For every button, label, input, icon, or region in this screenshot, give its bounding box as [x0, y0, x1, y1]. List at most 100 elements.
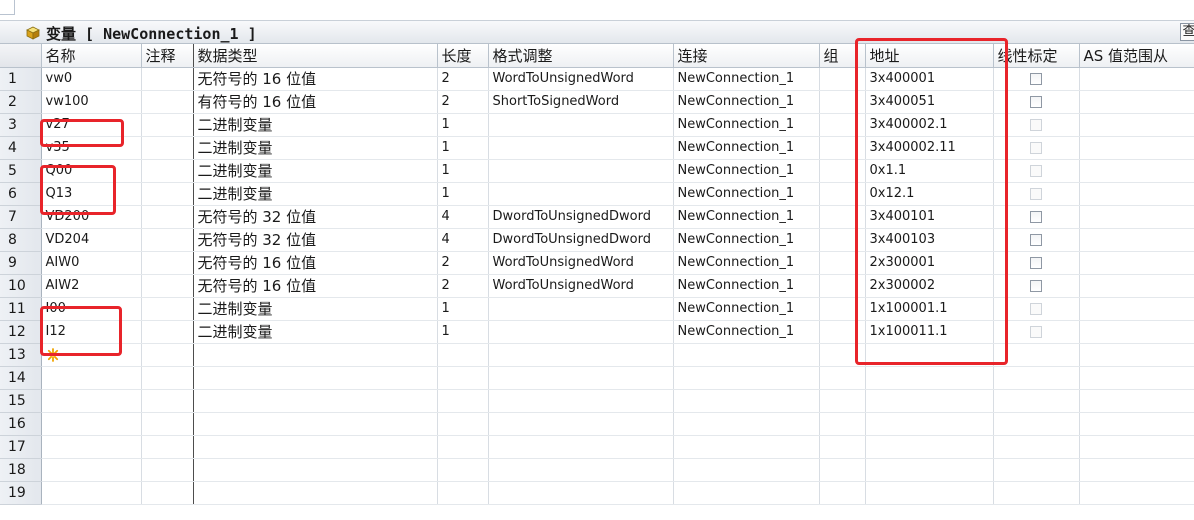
group-cell[interactable]	[819, 90, 866, 114]
empty-cell[interactable]	[819, 366, 866, 390]
empty-cell[interactable]	[437, 435, 489, 459]
row-number[interactable]: 7	[0, 205, 42, 229]
empty-cell[interactable]	[1079, 458, 1194, 482]
table-row[interactable]: 7 VD200 无符号的 32 位值 4 DwordToUnsignedDword New…	[0, 205, 1194, 229]
length-cell[interactable]: 1	[437, 297, 489, 321]
length-cell[interactable]: 1	[437, 136, 489, 160]
empty-cell[interactable]	[993, 389, 1080, 413]
empty-cell[interactable]	[673, 435, 820, 459]
name-cell[interactable]	[41, 366, 142, 390]
row-number[interactable]: 1	[0, 67, 42, 91]
length-cell[interactable]: 1	[437, 320, 489, 344]
connection-cell[interactable]: NewConnection_1	[673, 320, 820, 344]
column-header-length[interactable]: 长度	[437, 44, 489, 68]
table-row[interactable]: 3 v27 二进制变量 1 NewConnection_1 3x400002.1	[0, 113, 1194, 137]
empty-cell[interactable]	[865, 412, 994, 436]
row-number[interactable]: 9	[0, 251, 42, 275]
length-cell[interactable]: 4	[437, 228, 489, 252]
table-row[interactable]: 6 Q13 二进制变量 1 NewConnection_1 0x12.1	[0, 182, 1194, 206]
note-cell[interactable]	[141, 343, 194, 367]
data-type-cell[interactable]: 无符号的 32 位值	[193, 228, 438, 252]
empty-cell[interactable]	[193, 435, 438, 459]
connection-cell[interactable]: NewConnection_1	[673, 136, 820, 160]
as-range-from-cell[interactable]	[1079, 228, 1194, 252]
as-range-from-cell[interactable]	[1079, 90, 1194, 114]
format-cell[interactable]: DwordToUnsignedDword	[488, 228, 674, 252]
group-cell[interactable]	[819, 205, 866, 229]
table-row[interactable]: 10 AIW2 无符号的 16 位值 2 WordToUnsignedWord NewCo…	[0, 274, 1194, 298]
group-cell[interactable]	[819, 67, 866, 91]
empty-cell[interactable]	[993, 435, 1080, 459]
row-number[interactable]: 6	[0, 182, 42, 206]
table-row[interactable]: 12 I12 二进制变量 1 NewConnection_1 1x100011.1	[0, 320, 1194, 344]
group-cell[interactable]	[819, 159, 866, 183]
note-cell[interactable]	[141, 205, 194, 229]
row-number[interactable]: 12	[0, 320, 42, 344]
row-number[interactable]: 16	[0, 412, 42, 436]
as-range-from-cell[interactable]	[1079, 182, 1194, 206]
name-cell[interactable]: vw0	[41, 67, 142, 91]
empty-cell[interactable]	[865, 343, 994, 367]
length-cell[interactable]: 1	[437, 182, 489, 206]
group-cell[interactable]	[819, 113, 866, 137]
empty-cell[interactable]	[193, 458, 438, 482]
empty-cell[interactable]	[819, 435, 866, 459]
name-cell[interactable]: I00	[41, 297, 142, 321]
row-number[interactable]: 5	[0, 159, 42, 183]
empty-cell[interactable]	[865, 366, 994, 390]
empty-row[interactable]: 19	[0, 481, 1194, 505]
column-header-note[interactable]: 注释	[141, 44, 194, 68]
format-cell[interactable]	[488, 159, 674, 183]
connection-cell[interactable]: NewConnection_1	[673, 251, 820, 275]
empty-cell[interactable]	[865, 435, 994, 459]
note-cell[interactable]	[141, 67, 194, 91]
empty-cell[interactable]	[1079, 412, 1194, 436]
empty-cell[interactable]	[488, 481, 674, 505]
format-cell[interactable]: WordToUnsignedWord	[488, 251, 674, 275]
empty-cell[interactable]	[865, 481, 994, 505]
note-cell[interactable]	[141, 182, 194, 206]
note-cell[interactable]	[141, 136, 194, 160]
as-range-from-cell[interactable]	[1079, 274, 1194, 298]
name-cell[interactable]: v35	[41, 136, 142, 160]
empty-cell[interactable]	[993, 481, 1080, 505]
empty-cell[interactable]	[1079, 481, 1194, 505]
column-header-address[interactable]: 地址	[865, 44, 994, 68]
data-type-cell[interactable]: 二进制变量	[193, 297, 438, 321]
group-cell[interactable]	[819, 228, 866, 252]
group-cell[interactable]	[819, 320, 866, 344]
empty-cell[interactable]	[673, 481, 820, 505]
linear-scaling-checkbox[interactable]	[1030, 72, 1042, 85]
group-cell[interactable]	[819, 182, 866, 206]
empty-cell[interactable]	[488, 458, 674, 482]
empty-cell[interactable]	[1079, 343, 1194, 367]
empty-cell[interactable]	[488, 412, 674, 436]
length-cell[interactable]: 1	[437, 159, 489, 183]
address-cell[interactable]: 3x400051	[865, 90, 994, 114]
empty-cell[interactable]	[819, 458, 866, 482]
empty-cell[interactable]	[193, 481, 438, 505]
as-range-from-cell[interactable]	[1079, 297, 1194, 321]
connection-cell[interactable]: NewConnection_1	[673, 159, 820, 183]
as-range-from-cell[interactable]	[1079, 251, 1194, 275]
empty-cell[interactable]	[673, 389, 820, 413]
empty-cell[interactable]	[193, 366, 438, 390]
table-row[interactable]: 9 AIW0 无符号的 16 位值 2 WordToUnsignedWord NewCon…	[0, 251, 1194, 275]
empty-cell[interactable]	[193, 389, 438, 413]
name-cell[interactable]: Q00	[41, 159, 142, 183]
name-cell[interactable]: Q13	[41, 182, 142, 206]
format-cell[interactable]	[488, 320, 674, 344]
table-row[interactable]: 8 VD204 无符号的 32 位值 4 DwordToUnsignedDword New…	[0, 228, 1194, 252]
note-cell[interactable]	[141, 389, 194, 413]
name-cell[interactable]	[41, 412, 142, 436]
connection-cell[interactable]: NewConnection_1	[673, 205, 820, 229]
linear-scaling-checkbox[interactable]	[1030, 233, 1042, 246]
linear-scaling-checkbox[interactable]	[1030, 210, 1042, 223]
note-cell[interactable]	[141, 412, 194, 436]
data-type-cell[interactable]: 无符号的 16 位值	[193, 274, 438, 298]
data-type-cell[interactable]: 无符号的 32 位值	[193, 205, 438, 229]
data-type-cell[interactable]: 二进制变量	[193, 113, 438, 137]
note-cell[interactable]	[141, 297, 194, 321]
column-header-group[interactable]: 组	[819, 44, 866, 68]
empty-cell[interactable]	[993, 366, 1080, 390]
